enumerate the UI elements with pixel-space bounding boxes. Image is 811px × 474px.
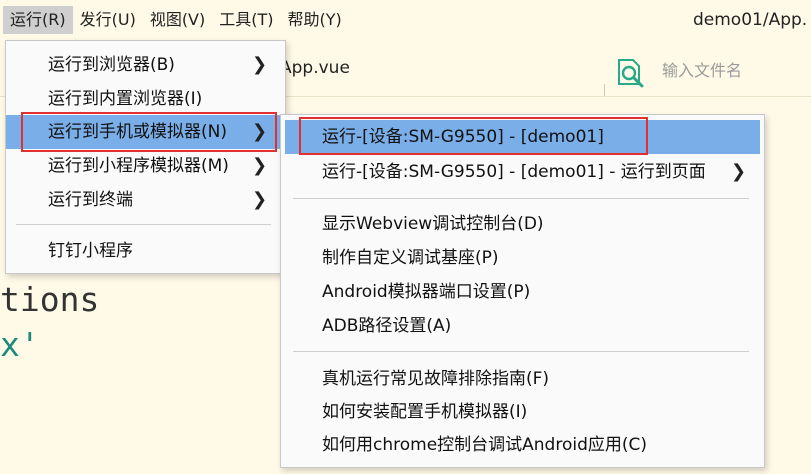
menu-item-label: 显示Webview调试控制台(D) [322,214,544,234]
menu-item-label: ADB路径设置(A) [322,316,452,336]
menu-item-run-to-miniprogram-emulator[interactable]: 运行到小程序模拟器(M) ❯ [6,149,285,183]
menu-run[interactable]: 运行(R) [3,6,73,34]
menu-item-label: 如何安装配置手机模拟器(I) [322,402,528,422]
menu-publish[interactable]: 发行(U) [73,6,143,34]
code-line: x' [0,325,40,364]
window-title: demo01/App. [693,10,808,30]
menu-item-label: 如何用chrome控制台调试Android应用(C) [322,435,648,455]
menu-item-android-emulator-port[interactable]: Android模拟器端口设置(P) [281,275,764,309]
menu-item-label: Android模拟器端口设置(P) [322,282,531,302]
annotation-highlight-box [21,112,277,152]
code-line: tions [0,280,100,319]
annotation-highlight-box [299,117,648,155]
tab-divider [604,84,605,96]
menu-item-troubleshooting-guide[interactable]: 真机运行常见故障排除指南(F) [281,362,764,396]
menu-tools[interactable]: 工具(T) [212,6,280,34]
menu-item-label: 运行-[设备:SM-G9550] - [demo01] - 运行到页面 [322,162,706,182]
menu-help[interactable]: 帮助(Y) [281,6,349,34]
file-search-icon[interactable] [613,56,647,90]
menu-item-show-webview-console[interactable]: 显示Webview调试控制台(D) [281,207,764,241]
menu-item-label: 运行到内置浏览器(I) [48,89,203,109]
menu-item-run-to-terminal[interactable]: 运行到终端 ❯ [6,183,285,217]
chevron-right-icon: ❯ [252,155,268,176]
menu-separator [293,198,749,199]
menu-item-dingtalk-miniprogram[interactable]: 钉钉小程序 [6,234,285,268]
chevron-right-icon: ❯ [252,189,268,210]
menu-separator [16,224,271,225]
tab-app-vue[interactable]: App.vue [280,58,350,78]
menu-item-chrome-debug-guide[interactable]: 如何用chrome控制台调试Android应用(C) [281,428,764,462]
menu-item-label: 制作自定义调试基座(P) [322,248,499,268]
file-search-input[interactable] [660,54,811,86]
chevron-right-icon: ❯ [731,161,747,182]
phone-emulator-submenu: 运行-[设备:SM-G9550] - [demo01] 运行-[设备:SM-G9… [280,114,765,468]
menu-item-run-to-builtin-browser[interactable]: 运行到内置浏览器(I) [6,82,285,116]
menu-view[interactable]: 视图(V) [143,6,212,34]
menu-item-run-on-device-to-page[interactable]: 运行-[设备:SM-G9550] - [demo01] - 运行到页面 ❯ [281,155,764,189]
menu-separator [293,351,749,352]
menu-item-make-custom-debug-base[interactable]: 制作自定义调试基座(P) [281,241,764,275]
menu-item-label: 运行到小程序模拟器(M) [48,156,229,176]
menu-item-label: 真机运行常见故障排除指南(F) [322,369,550,389]
menu-item-adb-path[interactable]: ADB路径设置(A) [281,309,764,343]
menu-item-label: 运行到终端 [48,190,133,210]
menu-item-label: 钉钉小程序 [48,241,133,261]
menu-bar: 运行(R) 发行(U) 视图(V) 工具(T) 帮助(Y) demo01/App… [0,0,811,40]
chevron-right-icon: ❯ [252,54,268,75]
run-menu: 运行到浏览器(B) ❯ 运行到内置浏览器(I) 运行到手机或模拟器(N) ❯ 运… [5,40,286,274]
menu-item-install-emulator-guide[interactable]: 如何安装配置手机模拟器(I) [281,395,764,429]
menu-item-label: 运行到浏览器(B) [48,55,175,75]
menu-item-run-to-browser[interactable]: 运行到浏览器(B) ❯ [6,48,285,82]
